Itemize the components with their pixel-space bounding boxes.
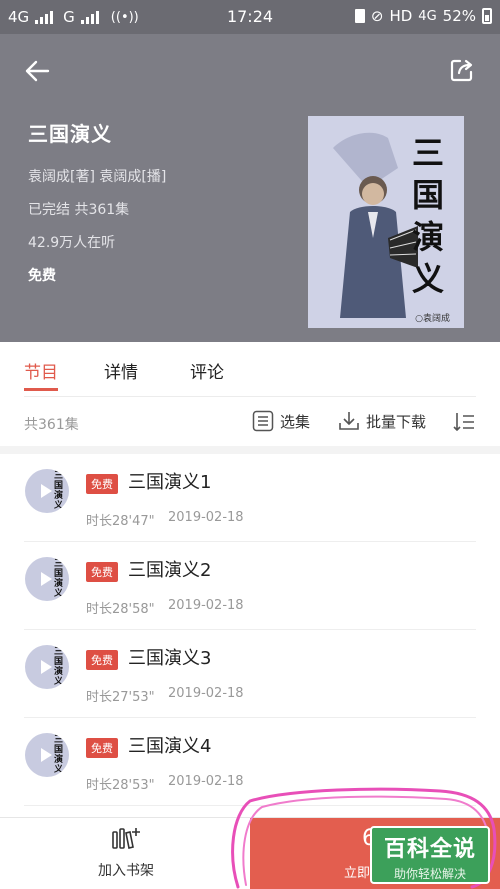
thumb-cover-text: 三国演义 [54,647,64,687]
episode-thumbnail[interactable]: 三国演义 [25,733,69,777]
episode-date: 2019-02-18 [168,510,244,525]
watermark-title: 百科全说 [383,837,476,862]
download-icon [339,412,359,430]
sort-icon [453,413,474,431]
album-price: 免费 [28,268,56,284]
free-badge: 免费 [86,650,118,670]
episode-thumbnail[interactable]: 三国演义 [25,557,69,601]
network-type-label-3: 4G [418,8,437,24]
thumb-cover-text: 三国演义 [54,735,64,775]
battery-icon [482,8,492,24]
episode-title: 三国演义1 [128,472,212,493]
album-status: 已完结 共361集 [28,202,130,218]
episode-date: 2019-02-18 [168,598,244,613]
watermark-subtitle: 助你轻松解决 [393,867,466,881]
album-listeners: 42.9万人在听 [28,235,116,251]
episode-list: 三国演义 免费 三国演义1 时长28'47" 2019-02-18 三国演义 免… [0,454,500,806]
row-divider [24,805,476,806]
listen-now-label: 立即 [344,866,371,881]
episode-date: 2019-02-18 [168,774,244,789]
play-icon [41,748,52,762]
episode-row[interactable]: 三国演义 免费 三国演义1 时长28'47" 2019-02-18 [0,454,500,542]
episode-row[interactable]: 三国演义 免费 三国演义2 时长28'58" 2019-02-18 [0,542,500,630]
free-badge: 免费 [86,474,118,494]
batch-download-button[interactable]: 批量下载 [338,410,426,432]
episode-thumbnail[interactable]: 三国演义 [25,645,69,689]
section-divider [0,446,500,454]
episode-duration: 时长28'53" [86,778,155,793]
episode-title: 三国演义4 [128,736,212,757]
episode-duration: 时长28'47" [86,514,155,529]
album-authors: 袁阔成[著] 袁阔成[播] [28,169,167,185]
status-bar: 4G G ((•)) 17:24 ⊘ HD 4G 52% [0,0,500,34]
bookshelf-icon [112,828,140,849]
sort-button[interactable] [452,410,476,434]
add-to-shelf-label: 加入书架 [98,863,154,879]
cover-title: 三 国 演 义 [410,132,446,300]
share-icon[interactable] [448,56,476,84]
cover-title-char-3: 演 [411,218,444,256]
battery-percent: 52% [442,7,476,25]
active-tab-indicator [24,388,58,391]
episode-count: 共361集 [24,417,79,433]
free-badge: 免费 [86,738,118,758]
play-icon [41,484,52,498]
battery-saver-icon [354,9,365,23]
album-header: 三国演义 袁阔成[著] 袁阔成[播] 已完结 共361集 42.9万人在听 免费… [0,34,500,342]
cover-title-char-2: 国 [411,176,444,214]
select-episodes-label: 选集 [280,412,311,431]
status-right: ⊘ HD 4G 52% [354,7,492,25]
episode-duration: 时长28'58" [86,602,155,617]
play-icon [41,572,52,586]
batch-download-label: 批量下载 [366,412,427,431]
episode-row[interactable]: 三国演义 免费 三国演义3 时长27'53" 2019-02-18 [0,630,500,718]
episode-row[interactable]: 三国演义 免费 三国演义4 时长28'53" 2019-02-18 [0,718,500,806]
tab-bar: 节目 详情 评论 [0,342,500,394]
episode-date: 2019-02-18 [168,686,244,701]
tab-details[interactable]: 详情 [104,358,138,383]
tab-divider [24,396,476,397]
episode-title: 三国演义2 [128,560,212,581]
album-title: 三国演义 [28,122,112,146]
cover-title-char-4: 义 [411,260,444,298]
mute-icon: ⊘ [370,7,384,25]
episode-toolbar: 共361集 选集 批量下载 [0,404,500,444]
list-icon [252,410,274,432]
back-arrow-icon[interactable] [22,56,52,86]
episode-title: 三国演义3 [128,648,212,669]
free-badge: 免费 [86,562,118,582]
album-cover[interactable]: 三 国 演 义 ○袁阔成 [308,116,464,328]
select-episodes-button[interactable]: 选集 [252,410,310,432]
cover-title-char-1: 三 [411,134,444,172]
play-icon [41,660,52,674]
tab-comments[interactable]: 评论 [190,358,224,383]
content-panel: 节目 详情 评论 共361集 选集 批量下载 三国演义 免费 三国演义1 时长2… [0,342,500,817]
episode-thumbnail[interactable]: 三国演义 [25,469,69,513]
add-to-shelf-button[interactable]: 加入书架 [86,826,166,880]
cover-author: ○袁阔成 [415,314,450,324]
watermark-badge: 百科全说 助你轻松解决 [370,826,490,884]
thumb-cover-text: 三国演义 [54,559,64,599]
tab-programs[interactable]: 节目 [24,358,58,383]
hd-label: HD [389,7,413,25]
cover-figure-illustration [333,132,418,318]
thumb-cover-text: 三国演义 [54,471,64,511]
episode-duration: 时长27'53" [86,690,155,705]
